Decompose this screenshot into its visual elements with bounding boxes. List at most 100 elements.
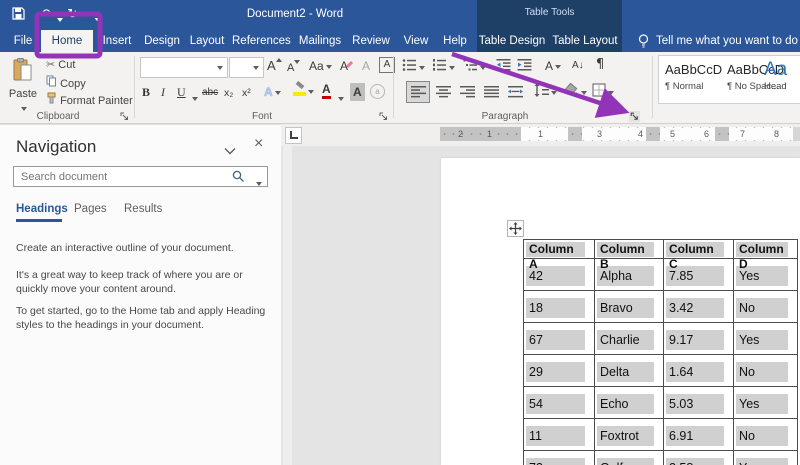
asian-layout-button[interactable]: A bbox=[545, 57, 562, 75]
font-size-combo[interactable] bbox=[229, 57, 264, 78]
customize-qat-icon[interactable] bbox=[92, 11, 102, 27]
navigation-options-chevron-icon[interactable] bbox=[224, 142, 236, 160]
undo-dropdown-icon[interactable] bbox=[55, 12, 63, 28]
numbered-list-button[interactable] bbox=[432, 58, 455, 77]
character-shading-button[interactable]: A bbox=[350, 83, 365, 101]
italic-button[interactable]: I bbox=[161, 83, 165, 101]
sort-button[interactable]: A↓ bbox=[572, 57, 584, 75]
tab-stop-selector[interactable] bbox=[285, 127, 302, 144]
table-cell[interactable]: 1.64 bbox=[663, 354, 734, 387]
tab-help[interactable]: Help bbox=[438, 30, 472, 52]
tab-file[interactable]: File bbox=[6, 30, 40, 52]
table-cell[interactable]: No bbox=[733, 418, 798, 451]
navigation-close-icon[interactable]: × bbox=[254, 135, 263, 153]
tell-me-box[interactable]: Tell me what you want to do bbox=[656, 35, 798, 47]
tab-mailings[interactable]: Mailings bbox=[294, 30, 346, 52]
undo-icon[interactable]: ↶ bbox=[40, 7, 51, 23]
table-header-cell[interactable]: Column A bbox=[523, 239, 595, 271]
ruler-column-divider[interactable] bbox=[646, 127, 660, 141]
table-cell[interactable]: Yes bbox=[733, 450, 798, 465]
justify-button[interactable] bbox=[484, 85, 499, 103]
search-dropdown-icon[interactable] bbox=[254, 175, 262, 193]
tab-table-design[interactable]: Table Design bbox=[476, 30, 548, 52]
table-cell[interactable]: Foxtrot bbox=[594, 418, 664, 451]
increase-indent-button[interactable] bbox=[517, 58, 532, 77]
style-item-3[interactable]: Aa Head bbox=[764, 60, 800, 94]
superscript-button[interactable]: x² bbox=[242, 84, 251, 102]
table-cell[interactable]: Bravo bbox=[594, 290, 664, 323]
shrink-font-button[interactable]: A bbox=[287, 59, 301, 77]
font-color-dropdown-icon[interactable] bbox=[336, 90, 344, 108]
tab-layout[interactable]: Layout bbox=[186, 30, 228, 52]
style-item-1[interactable]: AaBbCcD ¶ Normal bbox=[665, 60, 725, 94]
enclose-circle-button[interactable]: a bbox=[370, 84, 385, 99]
table-cell[interactable]: No bbox=[733, 290, 798, 323]
horizontal-ruler[interactable]: 2 1 1 3 4 5 6 7 8 bbox=[440, 127, 800, 141]
table-cell[interactable]: 9.17 bbox=[663, 322, 734, 355]
cut-button[interactable]: ✂ Cut bbox=[46, 58, 75, 71]
search-box[interactable] bbox=[13, 166, 268, 187]
format-painter-button[interactable]: Format Painter bbox=[46, 92, 133, 107]
table-cell[interactable]: No bbox=[733, 354, 798, 387]
table-cell[interactable]: Yes bbox=[733, 386, 798, 419]
font-name-combo[interactable] bbox=[140, 57, 228, 78]
copy-button[interactable]: Copy bbox=[46, 75, 86, 90]
paragraph-dialog-launcher[interactable] bbox=[629, 109, 641, 122]
table-cell[interactable]: 5.03 bbox=[663, 386, 734, 419]
ruler-column-divider[interactable] bbox=[715, 127, 729, 141]
search-icon[interactable] bbox=[232, 170, 245, 188]
shading-button[interactable] bbox=[564, 82, 587, 102]
table-cell[interactable]: 11 bbox=[523, 418, 595, 451]
paste-button[interactable]: Paste bbox=[6, 56, 40, 112]
nav-tab-results[interactable]: Results bbox=[124, 203, 162, 215]
table-header-cell[interactable]: Column B bbox=[594, 239, 664, 271]
distribute-text-button[interactable] bbox=[508, 85, 523, 103]
font-color-button[interactable]: A bbox=[322, 83, 331, 99]
table-cell[interactable]: 73 bbox=[523, 450, 595, 465]
table-cell[interactable]: 67 bbox=[523, 322, 595, 355]
table-cell[interactable]: 18 bbox=[523, 290, 595, 323]
font-dialog-launcher[interactable] bbox=[379, 109, 391, 121]
bold-button[interactable]: B bbox=[142, 83, 150, 101]
table-cell[interactable]: 54 bbox=[523, 386, 595, 419]
table-header-cell[interactable]: Column D bbox=[733, 239, 798, 271]
tab-home[interactable]: Home bbox=[41, 30, 93, 52]
ruler-column-divider[interactable] bbox=[568, 127, 582, 141]
borders-button[interactable] bbox=[592, 83, 614, 102]
table-cell[interactable]: Golf bbox=[594, 450, 664, 465]
decrease-indent-button[interactable] bbox=[496, 58, 511, 77]
underline-button[interactable]: U bbox=[177, 83, 186, 101]
table-header-cell[interactable]: Column C bbox=[663, 239, 734, 271]
table-cell[interactable]: Delta bbox=[594, 354, 664, 387]
nav-tab-headings[interactable]: Headings bbox=[16, 203, 68, 215]
bullet-list-button[interactable] bbox=[402, 58, 425, 77]
clear-formatting-button[interactable]: A bbox=[340, 57, 354, 75]
table-cell[interactable]: Charlie bbox=[594, 322, 664, 355]
save-icon[interactable] bbox=[12, 7, 25, 25]
tab-review[interactable]: Review bbox=[350, 30, 392, 52]
redo-icon[interactable]: ↻ bbox=[67, 7, 78, 23]
table-cell[interactable]: 2.58 bbox=[663, 450, 734, 465]
tab-table-layout[interactable]: Table Layout bbox=[549, 30, 621, 52]
show-hide-pilcrow-button[interactable]: ¶ bbox=[596, 56, 604, 74]
tab-view[interactable]: View bbox=[396, 30, 436, 52]
text-effects-button[interactable]: A bbox=[264, 83, 281, 101]
highlight-color-button[interactable] bbox=[293, 80, 314, 101]
clipboard-dialog-launcher[interactable] bbox=[120, 109, 132, 121]
subscript-button[interactable]: x₂ bbox=[224, 84, 233, 102]
table-cell[interactable]: 6.91 bbox=[663, 418, 734, 451]
underline-dropdown-icon[interactable] bbox=[190, 90, 198, 108]
table-move-handle[interactable] bbox=[507, 220, 524, 237]
nav-tab-pages[interactable]: Pages bbox=[74, 203, 107, 215]
tell-me-lightbulb-icon[interactable] bbox=[637, 34, 650, 54]
table-cell[interactable]: Echo bbox=[594, 386, 664, 419]
search-input[interactable] bbox=[19, 168, 233, 185]
grow-font-button[interactable]: A bbox=[267, 57, 282, 75]
tab-design[interactable]: Design bbox=[140, 30, 184, 52]
align-left-button[interactable] bbox=[406, 81, 430, 103]
tab-references[interactable]: References bbox=[232, 30, 291, 52]
align-center-button[interactable] bbox=[436, 85, 451, 103]
table-cell[interactable]: 29 bbox=[523, 354, 595, 387]
multilevel-list-button[interactable] bbox=[463, 58, 486, 77]
table-cell[interactable]: 3.42 bbox=[663, 290, 734, 323]
